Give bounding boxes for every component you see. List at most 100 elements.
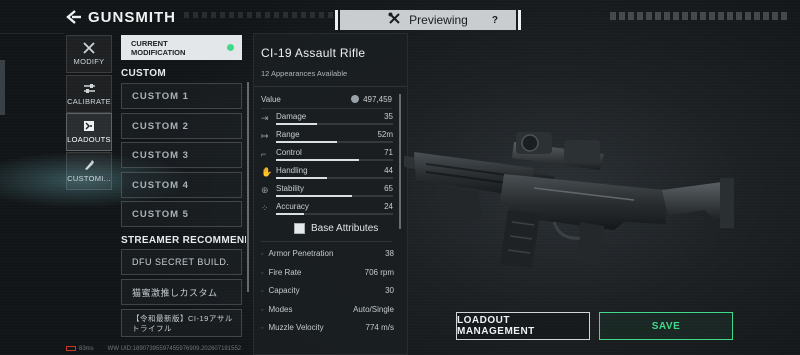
battery-icon: [66, 346, 76, 351]
stat-value: 35: [384, 112, 393, 121]
custom-slot-3[interactable]: CUSTOM 3: [121, 142, 242, 168]
attribute-name: Capacity: [261, 286, 299, 295]
stat-value: 24: [384, 202, 393, 211]
stat-row-stability: ⊕ Stability 65: [261, 184, 393, 201]
header-decoration: [610, 12, 790, 20]
stat-name: Handling: [276, 166, 308, 175]
custom-slot-5[interactable]: CUSTOM 5: [121, 201, 242, 227]
handling-icon: ✋: [261, 167, 273, 177]
nav-label: CALIBRATE: [67, 97, 111, 106]
value-number: 497,459: [363, 95, 392, 104]
base-attributes-toggle[interactable]: Base Attributes: [294, 223, 378, 234]
streamer-build-1[interactable]: DFU SECRET BUILD.: [121, 249, 242, 275]
value-amount: 497,459: [351, 95, 392, 104]
stat-bar: [276, 177, 393, 179]
status-footer: 83ms WW UID:18907395597455976909.2026071…: [66, 346, 241, 352]
stat-bar: [276, 213, 393, 215]
attribute-name: Armor Penetration: [261, 249, 333, 258]
stat-value: 65: [384, 184, 393, 193]
loadouts-icon: [82, 120, 96, 132]
value-row: Value 497,459: [261, 95, 392, 104]
sliders-icon: [82, 82, 96, 94]
custom-section-label: CUSTOM: [121, 68, 166, 79]
attribute-value: 38: [385, 249, 394, 258]
base-attributes-label: Base Attributes: [311, 223, 379, 234]
control-icon: ⌐: [261, 149, 267, 159]
current-modification-button[interactable]: CURRENT MODIFICATION: [121, 35, 242, 60]
stat-name: Control: [276, 148, 302, 157]
attribute-name: Fire Rate: [261, 268, 301, 277]
stat-row-control: ⌐ Control 71: [261, 148, 393, 165]
attribute-value: 774 m/s: [365, 323, 394, 332]
attribute-value: 706 rpm: [364, 267, 394, 277]
divider: [254, 86, 407, 87]
stat-name: Damage: [276, 112, 307, 121]
nav-calibrate[interactable]: CALIBRATE: [66, 75, 112, 113]
wrench-cross-icon: [82, 42, 96, 54]
stat-name: Range: [276, 130, 300, 139]
stat-value: 52m: [377, 130, 393, 139]
page-title: GUNSMITH: [66, 7, 176, 27]
stat-bar-fill: [276, 213, 305, 215]
stat-bar-fill: [276, 123, 317, 125]
checkbox[interactable]: [294, 223, 305, 234]
nav-modify[interactable]: MODIFY: [66, 35, 112, 73]
panel-scrollbar[interactable]: [399, 94, 401, 229]
custom-slot-4[interactable]: CUSTOM 4: [121, 172, 242, 198]
list-scrollbar[interactable]: [247, 82, 249, 292]
coin-icon: [351, 95, 360, 103]
value-label: Value: [261, 95, 281, 104]
weapon-name: CI-19 Assault Rifle: [261, 46, 366, 60]
range-icon: ↦: [261, 131, 269, 141]
appearances-count[interactable]: 12 Appearances Available: [261, 69, 347, 78]
header-underline: [0, 0, 64, 34]
loadout-management-button[interactable]: LOADOUT MANAGEMENT: [456, 312, 590, 340]
nav-customize[interactable]: CUSTOMI...: [66, 152, 112, 190]
attribute-row: Capacity 30: [261, 286, 394, 295]
streamer-build-3[interactable]: 【令和最新版】CI-19アサル トライフル: [121, 309, 242, 337]
paint-icon: [82, 159, 96, 171]
stat-row-accuracy: ⁘ Accuracy 24: [261, 202, 393, 219]
streamer-section-label: STREAMER RECOMMENDAT: [121, 235, 246, 246]
stat-row-damage: ⇥ Damage 35: [261, 112, 393, 129]
weapon-stats-panel: CI-19 Assault Rifle 12 Appearances Avail…: [253, 33, 408, 355]
edge-tab[interactable]: [0, 60, 5, 115]
stat-row-range: ↦ Range 52m: [261, 130, 393, 147]
damage-icon: ⇥: [261, 113, 269, 123]
stat-value: 71: [384, 148, 393, 157]
previewing-label: Previewing: [409, 13, 468, 27]
stat-bar-fill: [276, 195, 353, 197]
nav-label: LOADOUTS: [67, 135, 111, 144]
attribute-row: Muzzle Velocity 774 m/s: [261, 323, 394, 332]
attribute-row: Modes Auto/Single: [261, 305, 394, 314]
stat-bar-fill: [276, 177, 328, 179]
header-decoration: [184, 12, 334, 18]
divider: [261, 241, 392, 242]
stat-bar: [276, 123, 393, 125]
divider: [261, 108, 392, 109]
custom-slot-2[interactable]: CUSTOM 2: [121, 113, 242, 139]
stat-bar: [276, 195, 393, 197]
attribute-value: 30: [385, 286, 394, 295]
title-text: GUNSMITH: [88, 8, 176, 26]
stat-value: 44: [384, 166, 393, 175]
previewing-banner[interactable]: Previewing ?: [335, 10, 521, 30]
stat-bar-fill: [276, 159, 360, 161]
save-button[interactable]: SAVE: [599, 312, 733, 340]
active-indicator: [227, 44, 234, 51]
stat-row-handling: ✋ Handling 44: [261, 166, 393, 183]
stability-icon: ⊕: [261, 185, 269, 195]
stat-bar-fill: [276, 141, 337, 143]
ping-readout: 83ms: [66, 346, 94, 352]
stat-name: Stability: [276, 184, 305, 193]
attribute-row: Armor Penetration 38: [261, 249, 394, 258]
streamer-build-2[interactable]: 猫蜜激推しカスタム: [121, 279, 242, 305]
weapon-model: [404, 132, 734, 268]
stat-bar: [276, 159, 393, 161]
back-arrow-icon[interactable]: [66, 10, 82, 24]
tools-icon: [388, 12, 401, 28]
help-icon[interactable]: ?: [492, 15, 498, 26]
attribute-name: Muzzle Velocity: [261, 323, 323, 332]
custom-slot-1[interactable]: CUSTOM 1: [121, 83, 242, 109]
nav-loadouts[interactable]: LOADOUTS: [66, 113, 112, 151]
